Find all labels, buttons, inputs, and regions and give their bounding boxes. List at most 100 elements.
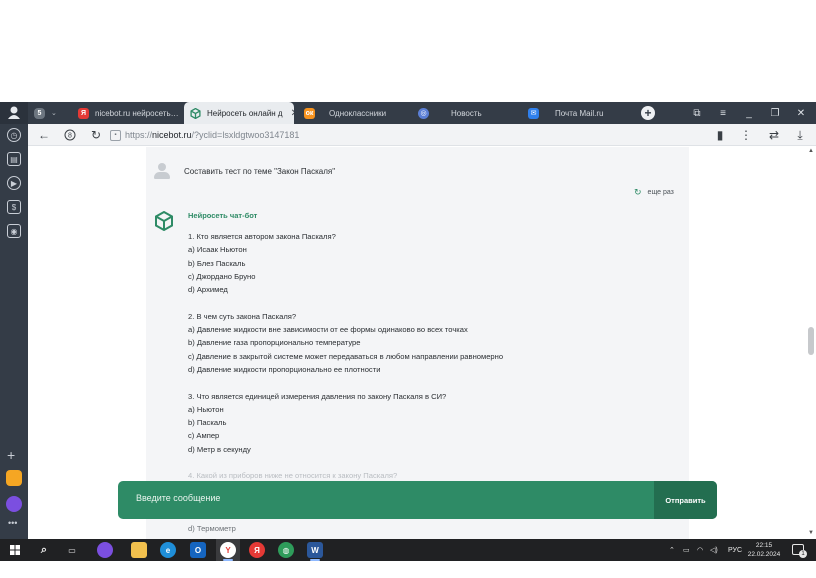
scrollbar-thumb[interactable] — [808, 327, 814, 355]
word-icon[interactable]: W — [307, 542, 323, 558]
collections-icon[interactable]: ▤ — [7, 152, 21, 166]
refresh-icon: ↻ — [634, 187, 642, 197]
ok-icon: ок — [304, 107, 315, 119]
active-indicator — [310, 559, 320, 561]
bot-name: Нейросеть чат-бот — [188, 211, 258, 220]
close-window-button[interactable]: ✕ — [788, 102, 814, 124]
download-icon[interactable]: ⤓ — [792, 127, 808, 143]
browser-tab-strip: 5 ⌄ Я nicebot.ru нейросеть… Нейросеть он… — [0, 102, 816, 124]
bot-answer: 1. Кто является автором закона Паскаля? … — [188, 230, 678, 469]
tab-group-icon: 5 — [34, 107, 45, 119]
new-tab-button[interactable]: + — [641, 106, 655, 120]
message-input[interactable]: Введите сообщение — [136, 493, 220, 503]
send-button[interactable]: Отправить — [654, 481, 717, 519]
language-indicator[interactable]: РУС — [728, 539, 742, 561]
clock-date: 22.02.2024 — [747, 551, 781, 558]
search-icon[interactable]: ⌕ — [36, 542, 52, 558]
wallet-icon[interactable]: $ — [7, 200, 21, 214]
windows-start-icon[interactable] — [10, 545, 20, 555]
notifications-icon[interactable]: 1 — [792, 544, 807, 558]
tab-mail[interactable]: ✉ Почта Mail.ru — [522, 102, 632, 124]
yandex-icon[interactable]: Я — [249, 542, 265, 558]
user-message: Составить тест по теме "Закон Паскаля" — [154, 163, 335, 179]
outlook-icon[interactable]: O — [190, 542, 206, 558]
message-composer: Введите сообщение Отправить — [118, 481, 717, 519]
tab-label: Нейросеть онлайн д — [207, 108, 283, 118]
question-block: 1. Кто является автором закона Паскаля? … — [188, 230, 678, 296]
tab-news[interactable]: ◎ Новость — [412, 102, 517, 124]
clock-time: 22:15 — [755, 542, 773, 549]
volume-icon[interactable]: ◁) — [710, 539, 718, 561]
cube-icon — [190, 107, 201, 119]
url-path: /?yclid=lsxldgtwoo3147181 — [191, 130, 300, 140]
show-hidden-icon[interactable]: ⌃ — [669, 539, 675, 561]
tab-neuroset[interactable]: Нейросеть онлайн д ✕ — [184, 102, 294, 124]
tab-label: Новость — [451, 108, 482, 118]
back-icon[interactable]: ← — [36, 127, 52, 143]
bot-logo-icon — [155, 211, 173, 231]
more-options-icon[interactable]: ⋮ — [738, 127, 754, 143]
url-scheme: https:// — [125, 130, 153, 140]
history-icon[interactable]: ◷ — [7, 128, 21, 142]
tab-odnoklassniki[interactable]: ок Одноклассники — [298, 102, 403, 124]
reload-icon[interactable]: ↻ — [88, 127, 104, 143]
profile-icon[interactable] — [0, 102, 28, 124]
file-explorer-icon[interactable] — [131, 542, 147, 558]
edge-icon[interactable]: e — [160, 542, 176, 558]
option-line: a) Давление жидкости вне зависимости от … — [188, 325, 468, 335]
regenerate-button[interactable]: ↻ еще раз — [634, 187, 674, 198]
tab-label: Одноклассники — [329, 108, 387, 118]
option-line: a) Ньютон — [188, 404, 224, 414]
minimize-button[interactable]: _ — [736, 102, 762, 124]
profile-area[interactable] — [0, 102, 28, 124]
option-line: d) Термометр — [188, 524, 236, 533]
question-line: 3. Что является единицей измерения давле… — [188, 391, 447, 401]
question-line: 1. Кто является автором закона Паскаля? — [188, 232, 336, 241]
browser-sidebar: ◷ ▤ ▶ $ ◉ + ••• — [0, 124, 28, 539]
option-line: b) Паскаль — [188, 418, 227, 428]
tab-nicebot[interactable]: Я nicebot.ru нейросеть… — [72, 102, 182, 124]
tab-group-badge[interactable]: 5 ⌄ — [28, 102, 68, 124]
option-line: c) Ампер — [188, 431, 220, 441]
translate-icon[interactable]: ⇄ — [766, 127, 782, 143]
play-icon[interactable]: ▶ — [7, 176, 21, 190]
alice-icon[interactable] — [6, 496, 22, 512]
close-tab-icon[interactable]: ✕ — [291, 108, 294, 119]
network-icon[interactable]: ▭ — [683, 539, 690, 561]
windows-taskbar: ⌕ ▭ e O Y Я ◍ W ⌃ ▭ ◠ ◁) РУС 22:15 22.02… — [0, 539, 816, 561]
globe-icon[interactable]: ◍ — [278, 542, 294, 558]
user-avatar-icon — [154, 163, 170, 179]
wifi-icon[interactable]: ◠ — [697, 539, 703, 561]
app-icon[interactable] — [6, 470, 22, 486]
yandex-browser-icon[interactable]: Y — [220, 542, 236, 558]
scroll-down-icon[interactable]: ▼ — [807, 530, 815, 536]
page-scrollbar[interactable]: ▲ ▼ — [806, 147, 816, 539]
lock-icon: ▪ — [110, 129, 121, 141]
url-host: nicebot.ru — [152, 130, 192, 140]
option-line: c) Давление в закрытой системе может пер… — [188, 351, 504, 361]
screenshot-icon[interactable]: ◉ — [7, 224, 21, 238]
option-line: c) Джордано Бруно — [188, 271, 256, 281]
alice-taskbar-icon[interactable] — [97, 542, 113, 558]
option-line: a) Исаак Ньютон — [188, 245, 247, 255]
add-panel-icon[interactable]: + — [7, 447, 15, 463]
question-line: 2. В чем суть закона Паскаля? — [188, 311, 297, 321]
question-block: 3. Что является единицей измерения давле… — [188, 390, 678, 456]
notification-count: 1 — [799, 550, 807, 558]
tab-label: nicebot.ru нейросеть… — [95, 108, 179, 118]
more-icon[interactable]: ••• — [8, 518, 17, 528]
scroll-up-icon[interactable]: ▲ — [807, 148, 815, 154]
mail-icon: ✉ — [528, 107, 539, 119]
protect-icon[interactable]: 8 — [62, 127, 78, 143]
menu-icon[interactable]: ≡ — [710, 102, 736, 124]
url-field[interactable]: ▪ https://nicebot.ru/?yclid=lsxldgtwoo31… — [110, 127, 670, 143]
restore-button[interactable]: ❐ — [762, 102, 788, 124]
globe-icon: ◎ — [418, 107, 429, 119]
option-line: d) Давление жидкости пропорционально ее … — [188, 364, 381, 374]
bookmark-icon[interactable]: ▮ — [712, 127, 728, 143]
collections-icon[interactable]: ⧉ — [684, 102, 710, 124]
task-view-icon[interactable]: ▭ — [64, 542, 80, 558]
option-line: b) Блез Паскаль — [188, 258, 246, 268]
taskbar-clock[interactable]: 22:15 22.02.2024 — [744, 541, 784, 559]
option-line: d) Архимед — [188, 285, 228, 295]
